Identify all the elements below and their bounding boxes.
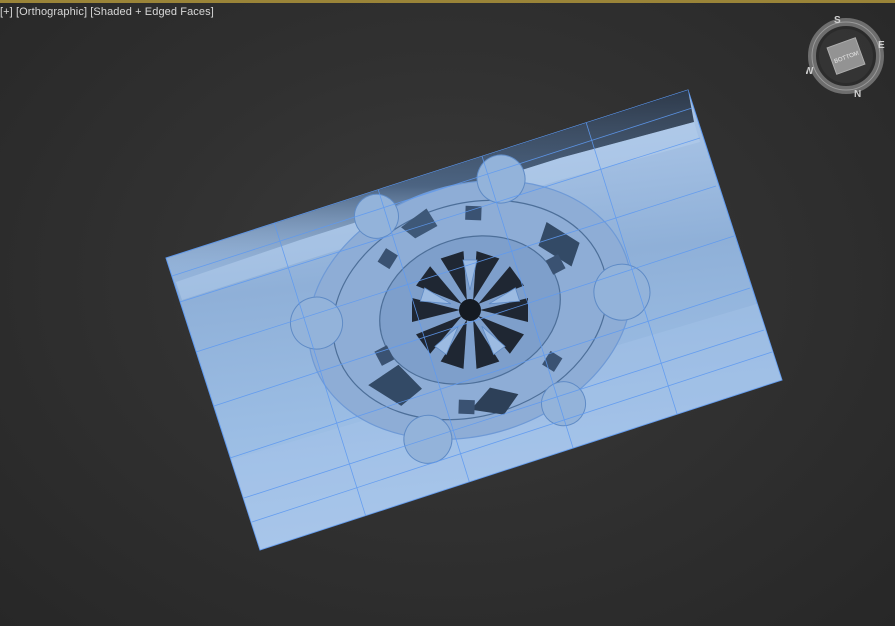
perspective-viewport[interactable]: [+] [Orthographic] [Shaded + Edged Faces… (0, 0, 895, 626)
compass-east-label[interactable]: E (878, 40, 885, 51)
scene-canvas[interactable] (0, 0, 895, 626)
compass-west-label[interactable]: W (804, 66, 814, 77)
compass-north-label[interactable]: N (854, 89, 861, 100)
viewcube[interactable]: BOTTOM S E N W (804, 12, 890, 102)
mesh-object[interactable] (165, 89, 783, 551)
compass-south-label[interactable]: S (834, 15, 841, 26)
